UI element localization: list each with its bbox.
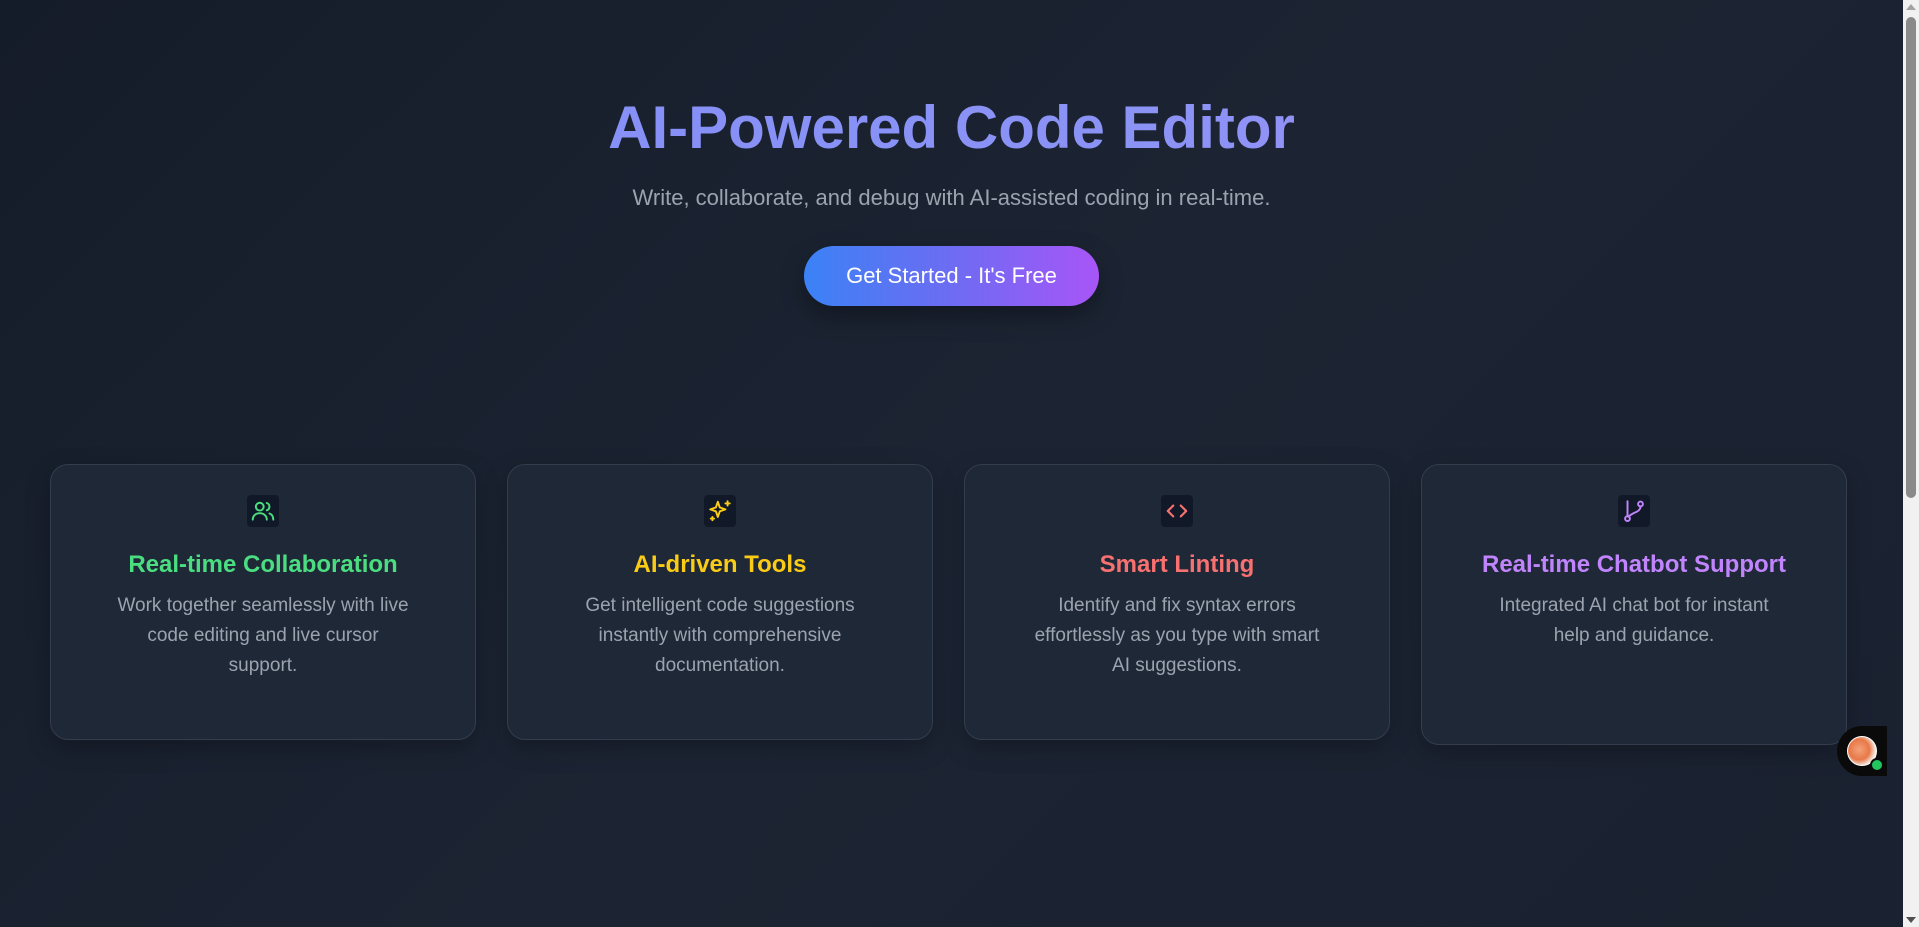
landing-page: AI-Powered Code Editor Write, collaborat… [0, 0, 1903, 927]
git-branch-icon [1618, 495, 1650, 527]
vertical-scrollbar[interactable] [1903, 0, 1919, 927]
code-icon [1161, 495, 1193, 527]
hero-title: AI-Powered Code Editor [0, 92, 1903, 164]
feature-card-ai-tools: AI-driven Tools Get intelligent code sug… [507, 464, 933, 740]
scroll-up-arrow-icon[interactable] [1906, 4, 1916, 10]
features-grid: Real-time Collaboration Work together se… [50, 464, 1851, 745]
feature-card-collaboration: Real-time Collaboration Work together se… [50, 464, 476, 740]
feature-description: Identify and fix syntax errors effortles… [1034, 595, 1320, 676]
feature-description: Integrated AI chat bot for instant help … [1499, 595, 1769, 646]
feature-title: Smart Linting [1099, 551, 1255, 578]
users-icon [247, 495, 279, 527]
get-started-button[interactable]: Get Started - It's Free [804, 246, 1099, 306]
feature-title: Real-time Collaboration [128, 551, 398, 578]
online-status-dot [1870, 758, 1884, 772]
hero-section: AI-Powered Code Editor Write, collaborat… [0, 92, 1903, 306]
feature-title: AI-driven Tools [633, 551, 807, 578]
feature-description: Work together seamlessly with live code … [117, 595, 409, 676]
feature-card-linting: Smart Linting Identify and fix syntax er… [964, 464, 1390, 740]
scrollbar-thumb[interactable] [1906, 17, 1916, 498]
chatbot-launcher-button[interactable] [1837, 726, 1887, 776]
sparkles-icon [704, 495, 736, 527]
hero-subtitle: Write, collaborate, and debug with AI-as… [632, 185, 1271, 210]
feature-title: Real-time Chatbot Support [1482, 551, 1786, 578]
feature-description: Get intelligent code suggestions instant… [585, 595, 855, 676]
scroll-down-arrow-icon[interactable] [1906, 917, 1916, 923]
feature-card-chatbot: Real-time Chatbot Support Integrated AI … [1421, 464, 1847, 745]
